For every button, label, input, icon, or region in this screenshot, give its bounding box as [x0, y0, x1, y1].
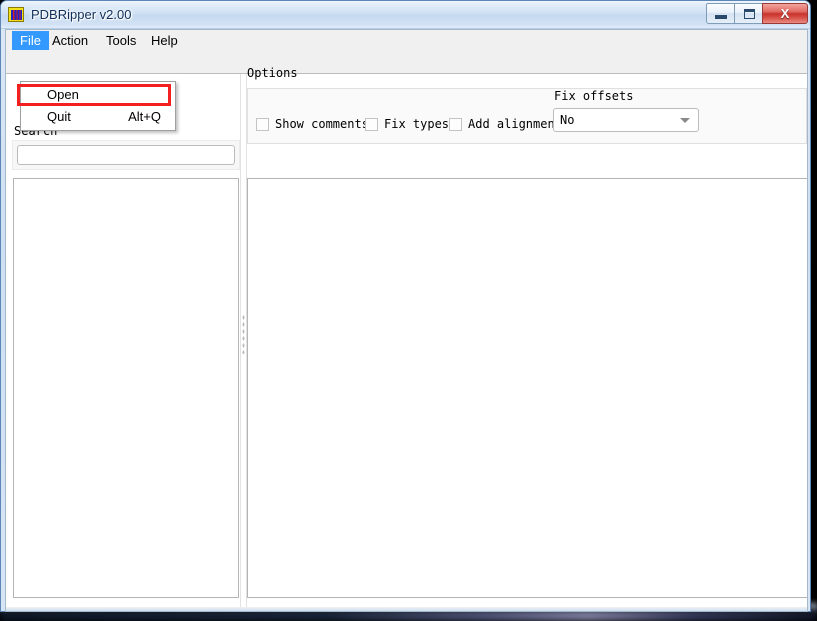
minimize-button[interactable] — [706, 3, 735, 24]
menu-item-open[interactable]: Open — [21, 84, 175, 106]
maximize-icon — [744, 9, 755, 19]
window-title: PDBRipper v2.00 — [31, 7, 132, 22]
search-field-group — [12, 140, 240, 170]
fix-offsets-label: Fix offsets — [554, 89, 634, 103]
output-pane[interactable] — [247, 178, 807, 598]
left-panel: Search — [12, 74, 240, 607]
search-input[interactable] — [17, 145, 235, 165]
menubar: File Action Tools Help — [6, 30, 807, 52]
checkbox-show-comments-label: Show comments — [275, 117, 369, 131]
screenshot-root: File Edit Tools Help PDBRipper v2.00 X — [0, 0, 817, 621]
client-area: File Action Tools Help Search Options Sh… — [5, 29, 808, 607]
chevron-down-icon — [680, 118, 690, 123]
checkbox-add-alignment-box[interactable] — [449, 117, 462, 131]
right-panel: Options Show comments Fix types Add alig… — [247, 66, 807, 607]
menu-item-quit-label: Quit — [47, 109, 71, 124]
menu-help[interactable]: Help — [143, 31, 186, 50]
menu-item-open-label: Open — [47, 87, 79, 102]
application-window: PDBRipper v2.00 X File Action Tools Help — [0, 0, 811, 612]
checkbox-show-comments[interactable]: Show comments — [256, 117, 369, 131]
titlebar[interactable]: PDBRipper v2.00 X — [1, 1, 810, 29]
application-icon — [8, 7, 24, 22]
panel-splitter[interactable] — [240, 74, 247, 607]
checkbox-fix-types-box[interactable] — [365, 117, 378, 131]
menu-item-quit[interactable]: Quit Alt+Q — [21, 106, 175, 128]
toolbar-strip — [6, 51, 807, 74]
options-group-label: Options — [247, 66, 298, 80]
work-area: Search Options Show comments Fix types A… — [6, 66, 807, 607]
window-controls: X — [706, 3, 808, 24]
menu-tools[interactable]: Tools — [98, 31, 144, 50]
menu-item-quit-accelerator: Alt+Q — [128, 109, 161, 124]
options-group: Show comments Fix types Add alignment — [247, 88, 807, 144]
checkbox-show-comments-box[interactable] — [256, 117, 269, 131]
menu-action[interactable]: Action — [44, 31, 96, 50]
close-button[interactable]: X — [762, 3, 808, 24]
application-icon-glyph — [11, 10, 22, 20]
window-bottom-frame — [5, 607, 808, 612]
file-dropdown-menu: Open Quit Alt+Q — [20, 81, 176, 131]
checkbox-add-alignment-label: Add alignment — [468, 117, 562, 131]
fix-offsets-value: No — [560, 113, 575, 127]
checkbox-fix-types-label: Fix types — [384, 117, 450, 131]
fix-offsets-dropdown[interactable]: No — [553, 108, 699, 132]
structures-list[interactable] — [13, 178, 239, 598]
checkbox-fix-types[interactable]: Fix types — [365, 117, 449, 131]
maximize-button[interactable] — [734, 3, 763, 24]
splitter-grip-icon — [242, 314, 245, 354]
minimize-icon — [715, 15, 727, 19]
checkbox-add-alignment[interactable]: Add alignment — [449, 117, 562, 131]
close-icon: X — [780, 6, 790, 21]
